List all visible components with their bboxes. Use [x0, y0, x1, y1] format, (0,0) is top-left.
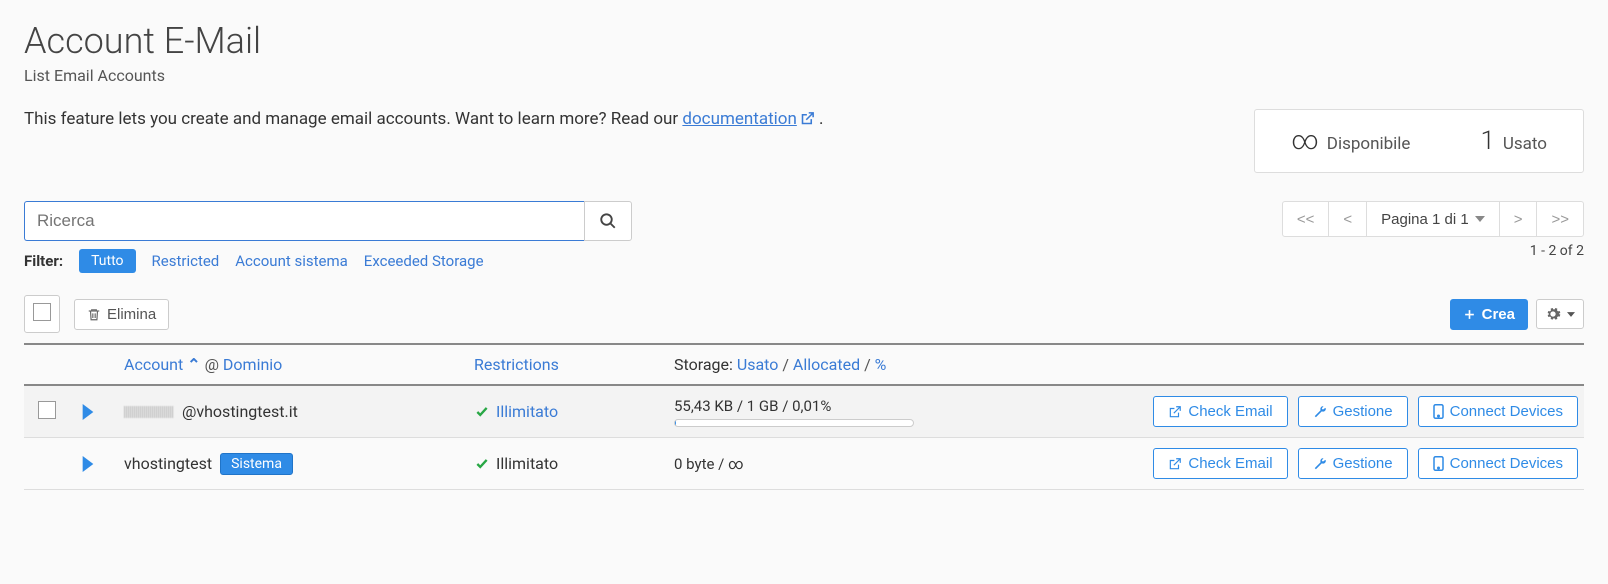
storage-text: 0 byte / ∞	[674, 455, 1014, 473]
delete-label: Elimina	[107, 306, 156, 323]
filter-restricted[interactable]: Restricted	[152, 252, 220, 270]
pager-page-label: Pagina 1 di 1	[1381, 211, 1469, 228]
pager-next[interactable]: >	[1499, 201, 1538, 237]
sort-allocated[interactable]: Allocated	[793, 355, 860, 374]
plus-icon	[1463, 308, 1476, 321]
wrench-icon	[1313, 405, 1327, 419]
check-email-label: Check Email	[1188, 455, 1272, 472]
stat-available: ∞ Disponibile	[1291, 126, 1410, 156]
check-email-label: Check Email	[1188, 403, 1272, 420]
search-button[interactable]	[584, 201, 632, 241]
caret-down-icon	[1567, 312, 1575, 317]
pager: << < Pagina 1 di 1 > >>	[1283, 201, 1584, 237]
connect-label: Connect Devices	[1450, 455, 1563, 472]
trash-icon	[87, 307, 101, 322]
col-storage: Storage: Usato / Allocated / %	[674, 355, 1014, 374]
filter-row: Filter: Tutto Restricted Account sistema…	[24, 249, 632, 273]
check-email-button[interactable]: Check Email	[1153, 396, 1287, 427]
select-all-checkbox[interactable]	[33, 303, 51, 321]
restriction-cell[interactable]: Illimitato	[474, 402, 674, 421]
storage-cell: 55,43 KB / 1 GB / 0,01%	[674, 397, 1014, 427]
filter-exceeded[interactable]: Exceeded Storage	[364, 252, 484, 270]
open-icon	[1168, 405, 1182, 419]
col-restrictions[interactable]: Restrictions	[474, 355, 559, 374]
sort-percent[interactable]: %	[875, 355, 887, 374]
col-account: Account ⌃ @ Dominio	[124, 355, 474, 374]
external-link-icon	[800, 111, 815, 126]
check-icon	[474, 457, 490, 471]
filter-system[interactable]: Account sistema	[235, 252, 348, 270]
email-cell: vhostingtest Sistema	[124, 453, 474, 475]
filter-label: Filter:	[24, 252, 63, 270]
intro-text: This feature lets you create and manage …	[24, 109, 824, 129]
pager-page[interactable]: Pagina 1 di 1	[1366, 201, 1500, 237]
filter-all[interactable]: Tutto	[79, 249, 135, 273]
infinity-icon: ∞	[1291, 126, 1319, 156]
stat-used-value: 1	[1480, 126, 1494, 156]
row-checkbox[interactable]	[38, 401, 56, 419]
check-icon	[474, 405, 490, 419]
manage-label: Gestione	[1333, 403, 1393, 420]
connect-devices-button[interactable]: Connect Devices	[1418, 448, 1578, 479]
sort-domain[interactable]: Dominio	[223, 355, 282, 374]
stat-used: 1 Usato	[1480, 126, 1547, 156]
caret-down-icon	[1475, 216, 1485, 222]
connect-devices-button[interactable]: Connect Devices	[1418, 396, 1578, 427]
email-cell: @vhostingtest.it	[124, 402, 474, 421]
sort-used[interactable]: Usato	[737, 355, 779, 374]
pager-last[interactable]: >>	[1536, 201, 1584, 237]
stats-box: ∞ Disponibile 1 Usato	[1254, 109, 1584, 173]
count-range: 1 - 2 of 2	[1530, 243, 1584, 259]
system-badge: Sistema	[220, 453, 293, 475]
intro-after: .	[815, 109, 824, 129]
expand-button[interactable]	[74, 450, 102, 478]
create-button[interactable]: Crea	[1450, 299, 1528, 330]
table-row: @vhostingtest.it Illimitato 55,43 KB / 1…	[24, 386, 1584, 438]
pager-first[interactable]: <<	[1282, 201, 1330, 237]
pager-prev[interactable]: <	[1328, 201, 1367, 237]
search-input[interactable]	[24, 201, 584, 241]
create-label: Crea	[1482, 306, 1515, 323]
email-suffix: @vhostingtest.it	[182, 402, 298, 421]
manage-button[interactable]: Gestione	[1298, 448, 1408, 479]
at-label: @	[205, 355, 219, 374]
wrench-icon	[1313, 457, 1327, 471]
storage-prefix: Storage:	[674, 355, 733, 374]
page-title: Account E-Mail	[24, 20, 1584, 62]
documentation-link[interactable]: documentation	[682, 109, 814, 129]
open-icon	[1168, 457, 1182, 471]
search-icon	[599, 212, 617, 230]
restriction-cell: Illimitato	[474, 454, 674, 473]
stat-used-label: Usato	[1503, 134, 1547, 154]
mobile-icon	[1433, 404, 1444, 419]
restriction-label: Illimitato	[496, 454, 558, 473]
page-subtitle: List Email Accounts	[24, 66, 1584, 85]
email-address: vhostingtest	[124, 454, 212, 473]
sort-asc-icon: ⌃	[187, 355, 204, 374]
checkection-email-button[interactable]: Check Email	[1153, 448, 1287, 479]
storage-cell: 0 byte / ∞	[674, 455, 1014, 473]
delete-button[interactable]: Elimina	[74, 299, 169, 330]
sort-account[interactable]: Account	[124, 355, 183, 374]
manage-label: Gestione	[1333, 455, 1393, 472]
blurred-username	[124, 406, 174, 418]
table-header: Account ⌃ @ Dominio Restrictions Storage…	[24, 345, 1584, 386]
gear-icon	[1545, 306, 1561, 322]
stat-available-label: Disponibile	[1327, 134, 1411, 154]
search-group	[24, 201, 632, 241]
connect-label: Connect Devices	[1450, 403, 1563, 420]
progress-bar	[674, 419, 914, 427]
select-all-wrapper	[24, 295, 60, 333]
intro-before: This feature lets you create and manage …	[24, 109, 682, 129]
manage-button[interactable]: Gestione	[1298, 396, 1408, 427]
expand-button[interactable]	[74, 398, 102, 426]
settings-button[interactable]	[1536, 299, 1584, 329]
table-row: vhostingtest Sistema Illimitato 0 byte /…	[24, 438, 1584, 490]
restriction-label: Illimitato	[496, 402, 558, 421]
mobile-icon	[1433, 456, 1444, 471]
storage-text: 55,43 KB / 1 GB / 0,01%	[674, 397, 1014, 415]
